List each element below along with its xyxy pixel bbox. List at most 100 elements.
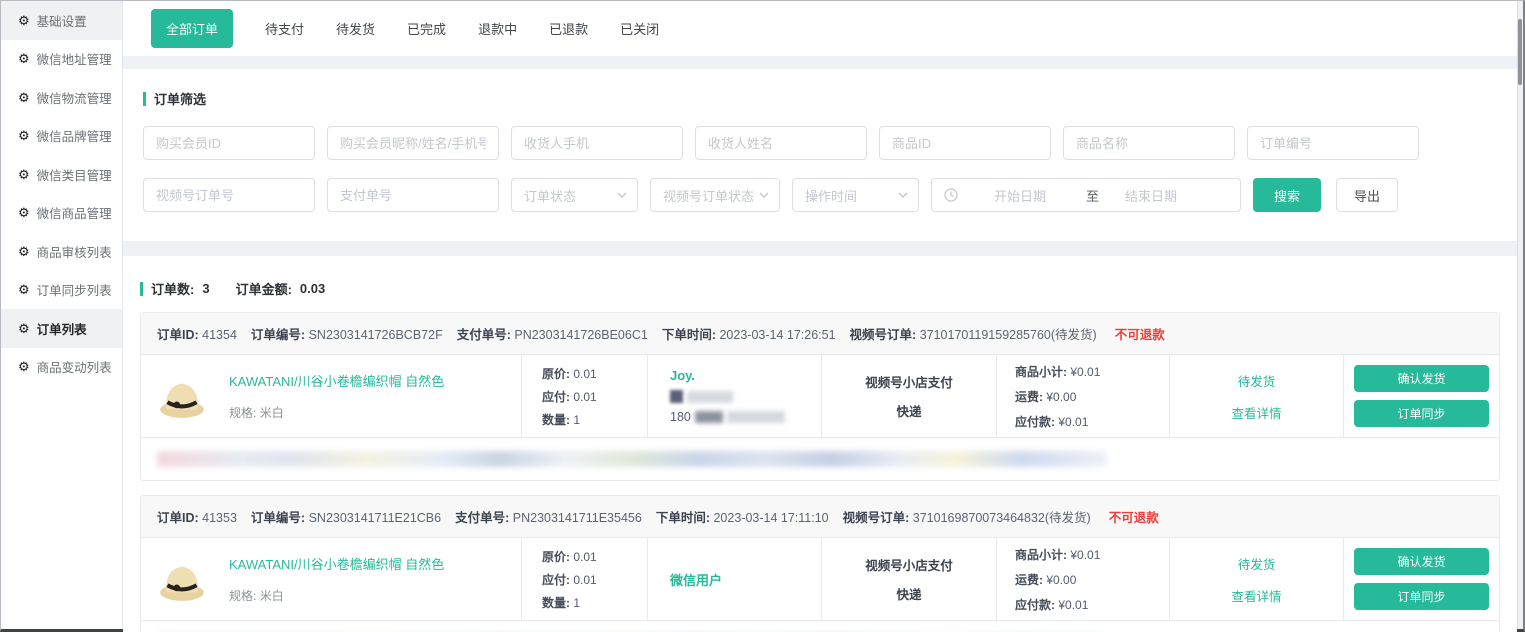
- sidebar-item-basic-settings[interactable]: ⚙ 基础设置: [1, 1, 122, 40]
- sidebar-item-order-list[interactable]: ⚙ 订单列表: [1, 309, 122, 348]
- price-cell: 原价: 0.01 应付: 0.01 数量: 1: [522, 355, 648, 437]
- tab-pending-payment[interactable]: 待支付: [265, 19, 304, 38]
- product-image-hat[interactable]: [157, 372, 207, 420]
- order-meta: 视频号订单: 3710169870073464832(待发货): [843, 507, 1091, 526]
- title-accent-bar: [143, 92, 146, 106]
- scrollbar-thumb[interactable]: [1518, 19, 1522, 85]
- gear-icon: ⚙: [18, 52, 30, 65]
- sidebar-item-label: 商品审核列表: [37, 242, 112, 261]
- tab-completed[interactable]: 已完成: [407, 19, 446, 38]
- product-cell: KAWATANI/川谷小卷檐编织帽 自然色 规格: 米白: [141, 538, 522, 620]
- blurred-avatar: [670, 390, 683, 403]
- delivery-method: 快递: [896, 584, 921, 603]
- subtotal: 商品小计: ¥0.01: [1015, 363, 1169, 380]
- customer-name: Joy.: [670, 368, 821, 383]
- delivery-method: 快递: [896, 401, 921, 420]
- status-badge: 待发货: [1238, 554, 1276, 573]
- start-date-placeholder: 开始日期: [994, 186, 1046, 205]
- filter-row-2: 订单状态 视频号订单状态 操作时间 开始日期 至 结束日期 搜索 导出: [143, 178, 1517, 212]
- order-amount-value: 0.03: [300, 281, 325, 296]
- order-meta: 订单ID: 41353: [157, 507, 237, 526]
- payable-price: 应付: 0.01: [542, 571, 647, 588]
- sidebar-item-wechat-address[interactable]: ⚙ 微信地址管理: [1, 40, 122, 79]
- view-details-link[interactable]: 查看详情: [1231, 403, 1281, 422]
- original-price: 原价: 0.01: [542, 365, 647, 382]
- gear-icon: ⚙: [18, 168, 30, 181]
- gear-icon: ⚙: [18, 91, 30, 104]
- order-header: 订单ID: 41354 订单编号: SN2303141726BCB72F 支付单…: [141, 313, 1499, 355]
- operate-time-select[interactable]: 操作时间: [792, 178, 919, 212]
- filter-title-text: 订单筛选: [154, 89, 206, 108]
- sidebar-item-label: 订单列表: [37, 319, 87, 338]
- tab-refunding[interactable]: 退款中: [478, 19, 517, 38]
- tab-closed[interactable]: 已关闭: [620, 19, 659, 38]
- receiver-phone-input[interactable]: [511, 126, 683, 160]
- product-info: KAWATANI/川谷小卷檐编织帽 自然色 规格: 米白: [229, 369, 444, 423]
- sidebar-item-label: 微信品牌管理: [37, 126, 112, 145]
- product-name-link[interactable]: KAWATANI/川谷小卷檐编织帽 自然色: [229, 554, 444, 573]
- price-cell: 原价: 0.01 应付: 0.01 数量: 1: [522, 538, 648, 620]
- view-details-link[interactable]: 查看详情: [1231, 586, 1281, 605]
- order-sn-input[interactable]: [1247, 126, 1419, 160]
- window-scrollbar[interactable]: [1517, 1, 1523, 629]
- quantity: 数量: 1: [542, 594, 647, 611]
- tab-refunded[interactable]: 已退款: [549, 19, 588, 38]
- gear-icon: ⚙: [18, 129, 30, 142]
- tab-pending-shipment[interactable]: 待发货: [336, 19, 375, 38]
- receiver-name-input[interactable]: [695, 126, 867, 160]
- original-price: 原价: 0.01: [542, 548, 647, 565]
- confirm-ship-button[interactable]: 确认发货: [1354, 548, 1489, 575]
- tab-all-orders[interactable]: 全部订单: [151, 9, 233, 48]
- address-row: [141, 437, 1499, 480]
- product-id-input[interactable]: [879, 126, 1051, 160]
- sidebar-item-product-change-list[interactable]: ⚙ 商品变动列表: [1, 348, 122, 387]
- sidebar-item-label: 订单同步列表: [37, 280, 112, 299]
- export-button[interactable]: 导出: [1336, 178, 1398, 212]
- sidebar-item-order-sync-list[interactable]: ⚙ 订单同步列表: [1, 271, 122, 310]
- customer-phone-blurred: 180: [670, 410, 821, 424]
- sidebar-item-label: 微信物流管理: [37, 88, 112, 107]
- sidebar-item-wechat-product[interactable]: ⚙ 微信商品管理: [1, 194, 122, 233]
- product-image-hat[interactable]: [157, 555, 207, 603]
- sidebar-item-wechat-logistics[interactable]: ⚙ 微信物流管理: [1, 78, 122, 117]
- product-spec: 规格: 米白: [229, 587, 444, 604]
- date-range-picker[interactable]: 开始日期 至 结束日期: [931, 178, 1241, 212]
- product-name-link[interactable]: KAWATANI/川谷小卷檐编织帽 自然色: [229, 371, 444, 390]
- confirm-ship-button[interactable]: 确认发货: [1354, 365, 1489, 392]
- order-sync-button[interactable]: 订单同步: [1354, 400, 1489, 427]
- non-refundable-badge: 不可退款: [1109, 507, 1159, 526]
- phone-prefix: 180: [670, 410, 691, 424]
- title-accent-bar: [140, 282, 143, 296]
- order-body: KAWATANI/川谷小卷檐编织帽 自然色 规格: 米白 原价: 0.01 应付…: [141, 355, 1499, 437]
- order-meta: 下单时间: 2023-03-14 17:26:51: [662, 324, 836, 343]
- order-header: 订单ID: 41353 订单编号: SN2303141711E21CB6 支付单…: [141, 496, 1499, 538]
- buyer-name-input[interactable]: [327, 126, 499, 160]
- search-button[interactable]: 搜索: [1253, 178, 1321, 212]
- blurred-address: [157, 451, 1107, 467]
- sidebar: ⚙ 基础设置 ⚙ 微信地址管理 ⚙ 微信物流管理 ⚙ 微信品牌管理 ⚙ 微信类目…: [1, 1, 123, 629]
- video-order-status-select[interactable]: 视频号订单状态: [650, 178, 780, 212]
- gear-icon: ⚙: [18, 245, 30, 258]
- payable-price: 应付: 0.01: [542, 388, 647, 405]
- sidebar-item-wechat-category[interactable]: ⚙ 微信类目管理: [1, 155, 122, 194]
- quantity: 数量: 1: [542, 411, 647, 428]
- order-card: 订单ID: 41353 订单编号: SN2303141711E21CB6 支付单…: [140, 495, 1500, 632]
- sidebar-item-product-review-list[interactable]: ⚙ 商品审核列表: [1, 232, 122, 271]
- buyer-id-input[interactable]: [143, 126, 315, 160]
- order-status-select[interactable]: 订单状态: [511, 178, 638, 212]
- product-name-input[interactable]: [1063, 126, 1235, 160]
- gear-icon: ⚙: [18, 283, 30, 296]
- video-order-sn-input[interactable]: [143, 178, 315, 212]
- customer-cell: Joy. 180: [648, 355, 822, 437]
- date-separator: 至: [1086, 186, 1099, 205]
- status-cell: 待发货 查看详情: [1170, 355, 1344, 437]
- blurred-text: [687, 391, 733, 403]
- order-meta: 订单ID: 41354: [157, 324, 237, 343]
- pay-sn-input[interactable]: [327, 178, 499, 212]
- order-meta: 订单编号: SN2303141726BCB72F: [251, 324, 443, 343]
- sidebar-item-label: 商品变动列表: [37, 357, 112, 376]
- order-meta: 下单时间: 2023-03-14 17:11:10: [656, 507, 829, 526]
- sidebar-item-wechat-brand[interactable]: ⚙ 微信品牌管理: [1, 117, 122, 156]
- order-sync-button[interactable]: 订单同步: [1354, 583, 1489, 610]
- sidebar-item-label: 微信商品管理: [37, 203, 112, 222]
